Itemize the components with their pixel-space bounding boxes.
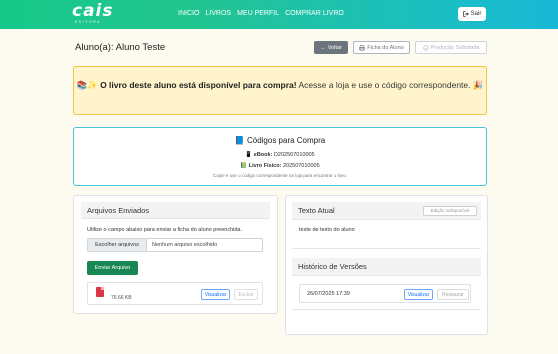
producao-solicitada-label: Produção Solicitada bbox=[430, 44, 480, 51]
nav-links: INICIO LIVROS MEU PERFIL COMPRAR LIVRO bbox=[178, 10, 344, 17]
page-title: Aluno(a): Aluno Teste bbox=[75, 42, 166, 53]
no-file-text: Nenhum arquivo escolhido bbox=[152, 242, 218, 248]
pdf-icon bbox=[96, 287, 104, 297]
books-icon: 📚 bbox=[76, 80, 88, 90]
ebook-code[interactable]: D202507010005 bbox=[274, 152, 315, 158]
divider bbox=[292, 309, 481, 310]
texto-header: Texto Atual Edição indisponível bbox=[292, 202, 481, 220]
texto-title: Texto Atual bbox=[298, 206, 335, 215]
uploaded-file-item: 76.66 KB Visualizar Excluir bbox=[87, 282, 263, 305]
send-file-button[interactable]: Enviar Arquivo bbox=[87, 261, 138, 275]
arquivos-instructions: Utilize o campo abaixo para enviar a fic… bbox=[87, 227, 243, 233]
view-file-button[interactable]: Visualizar bbox=[201, 289, 230, 300]
codes-title-text: Códigos para Compra bbox=[246, 136, 326, 145]
delete-file-button[interactable]: Excluir bbox=[234, 289, 258, 300]
file-size: 76.66 KB bbox=[111, 295, 132, 301]
back-button[interactable]: ← Voltar bbox=[314, 41, 348, 54]
nav-link-meu-perfil[interactable]: MEU PERFIL bbox=[237, 10, 279, 17]
edit-unavailable-button[interactable]: Edição indisponível bbox=[423, 205, 477, 216]
ficha-aluno-label: Ficha do Aluno bbox=[367, 44, 404, 51]
printer-icon bbox=[359, 44, 365, 51]
divider bbox=[292, 248, 481, 249]
historico-header: Histórico de Versões bbox=[292, 258, 481, 276]
nav-link-inicio[interactable]: INICIO bbox=[178, 10, 199, 17]
texto-card: Texto Atual Edição indisponível teste de… bbox=[285, 195, 488, 335]
navbar: cais EDITORA INICIO LIVROS MEU PERFIL CO… bbox=[0, 0, 558, 29]
ebook-code-line: 📱 eBook: D202507010005 bbox=[74, 152, 486, 158]
codes-card: 📘 Códigos para Compra 📱 eBook: D20250701… bbox=[73, 127, 487, 186]
version-date: 26/07/2025 17:39 bbox=[307, 291, 350, 297]
logout-button[interactable]: Sair bbox=[458, 7, 486, 21]
codes-title: 📘 Códigos para Compra bbox=[74, 136, 486, 145]
codes-hint: Copie e use o código correspondente na l… bbox=[212, 173, 348, 178]
book-icon: 📘 bbox=[234, 136, 245, 145]
arquivos-header: Arquivos Enviados bbox=[81, 202, 270, 219]
logout-label: Sair bbox=[470, 11, 482, 17]
texto-content: teste de texto do aluno bbox=[299, 227, 355, 233]
logo-subtext: EDITORA bbox=[75, 20, 101, 24]
choose-files-button[interactable]: Escolher arquivos bbox=[88, 239, 147, 251]
alert-line-1: 📚✨ O livro deste aluno está disponível p… bbox=[74, 79, 486, 92]
logo-text: cais bbox=[72, 1, 114, 21]
file-input[interactable]: Escolher arquivos Nenhum arquivo escolhi… bbox=[87, 238, 263, 252]
party-icon: 🎉 bbox=[472, 80, 484, 90]
producao-solicitada-button[interactable]: Produção Solicitada bbox=[415, 41, 487, 54]
nav-link-livros[interactable]: LIVROS bbox=[205, 10, 231, 17]
check-circle-icon bbox=[422, 44, 429, 51]
sparkles-icon: ✨ bbox=[87, 80, 98, 90]
fisico-code[interactable]: 202507010005 bbox=[283, 163, 320, 169]
logout-icon bbox=[462, 11, 469, 17]
ficha-aluno-button[interactable]: Ficha do Aluno bbox=[353, 41, 410, 54]
ebook-label: eBook: bbox=[253, 152, 273, 158]
logo[interactable]: cais EDITORA bbox=[72, 3, 116, 25]
fisico-label: Livro Físico: bbox=[248, 163, 282, 169]
alert-text: Acesse a loja e use o código corresponde… bbox=[298, 80, 471, 90]
view-version-button[interactable]: Visualizar bbox=[404, 289, 433, 300]
green-book-icon: 📗 bbox=[240, 163, 248, 169]
arrow-left-icon: ← bbox=[320, 44, 326, 51]
restore-version-button[interactable]: Restaurar bbox=[437, 289, 469, 300]
arquivos-card: Arquivos Enviados Utilize o campo abaixo… bbox=[73, 195, 278, 314]
back-label: Voltar bbox=[327, 44, 342, 51]
fisico-code-line: 📗 Livro Físico: 202507010005 bbox=[74, 163, 486, 169]
version-row: 26/07/2025 17:39 Visualizar Restaurar bbox=[299, 284, 471, 303]
phone-icon: 📱 bbox=[245, 152, 253, 158]
alert-bold-text: O livro deste aluno está disponível para… bbox=[100, 80, 297, 90]
availability-alert: 📚✨ O livro deste aluno está disponível p… bbox=[73, 66, 487, 115]
nav-link-comprar-livro[interactable]: COMPRAR LIVRO bbox=[285, 10, 344, 17]
